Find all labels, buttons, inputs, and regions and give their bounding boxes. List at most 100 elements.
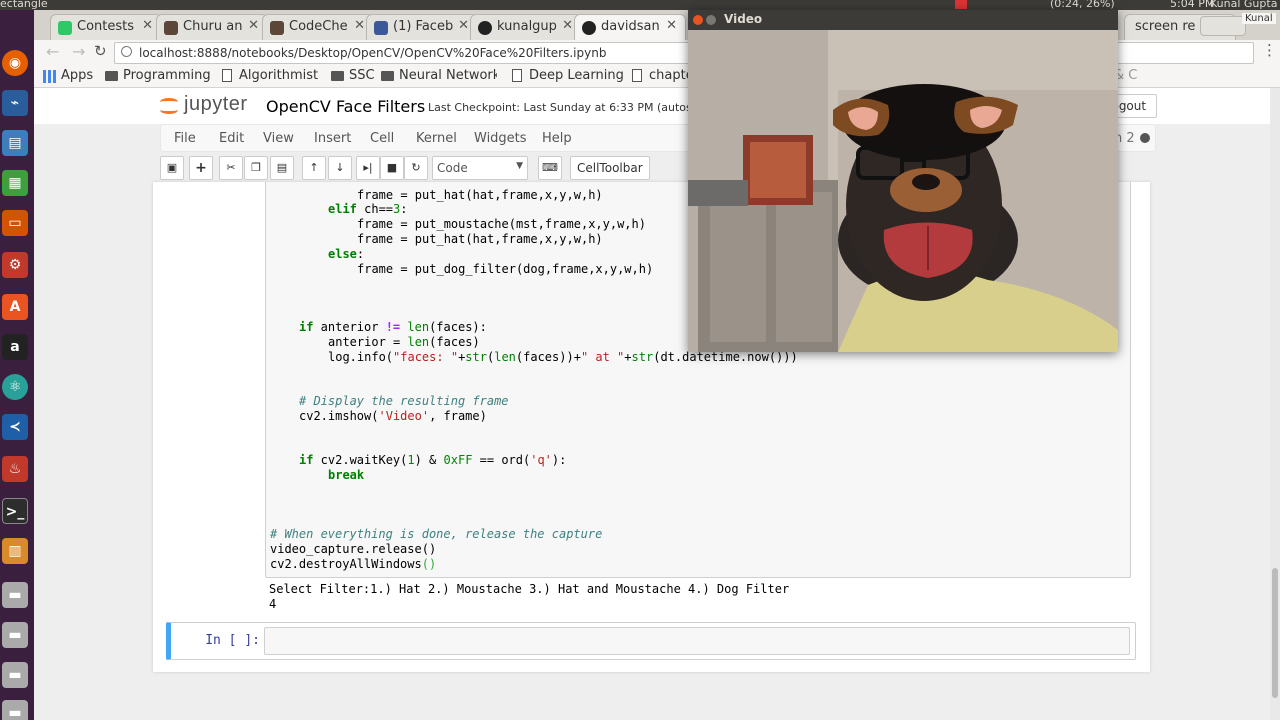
system-monitor-icon[interactable]: ⌁ bbox=[2, 90, 28, 116]
code-line: if cv2.waitKey(1) & 0xFF == ord('q'): bbox=[299, 453, 567, 467]
profile-badge[interactable]: Kunal bbox=[1242, 13, 1276, 24]
bookmark-apps[interactable]: Apps bbox=[43, 68, 93, 83]
bookmark-deep-learning[interactable]: Deep Learning bbox=[511, 68, 624, 83]
move-down-button[interactable]: ↓ bbox=[328, 156, 352, 180]
bookmark-programming[interactable]: Programming bbox=[105, 68, 211, 83]
bookmark-label: Algorithmist bbox=[239, 68, 319, 83]
code-line: cv2.destroyAllWindows() bbox=[270, 557, 437, 571]
stop-button[interactable]: ■ bbox=[380, 156, 404, 180]
folder-icon bbox=[381, 71, 394, 81]
reload-icon[interactable]: ↻ bbox=[94, 42, 107, 60]
tab-label: davidsan bbox=[601, 19, 660, 34]
github-icon bbox=[478, 21, 492, 35]
menu-widgets[interactable]: Widgets bbox=[474, 131, 527, 146]
menu-edit[interactable]: Edit bbox=[219, 131, 244, 146]
tab-label: (1) Faceb bbox=[393, 19, 454, 34]
folder-icon bbox=[105, 71, 118, 81]
bookmark-neural-network[interactable]: Neural Network bbox=[381, 68, 497, 83]
app-icon[interactable]: ♨ bbox=[2, 456, 28, 482]
keyboard-icon[interactable]: ⌨ bbox=[538, 156, 562, 180]
empty-code-input[interactable] bbox=[264, 627, 1130, 655]
close-icon[interactable]: ✕ bbox=[142, 18, 153, 33]
tab-label: kunalgup bbox=[497, 19, 557, 34]
folder-icon bbox=[331, 71, 344, 81]
software-center-icon[interactable]: A bbox=[2, 294, 28, 320]
code-line: video_capture.release() bbox=[270, 542, 437, 556]
atom-icon[interactable]: ⚛ bbox=[2, 374, 28, 400]
cell-type-select[interactable]: Code ▼ bbox=[432, 156, 528, 180]
close-icon[interactable]: ✕ bbox=[354, 18, 365, 33]
jupyter-wordmark[interactable]: jupyter bbox=[184, 93, 248, 116]
tab-churu[interactable]: Churu an ✕ bbox=[156, 14, 268, 40]
drive-icon[interactable]: ▬ bbox=[2, 582, 28, 608]
notebook-title[interactable]: OpenCV Face Filters bbox=[266, 97, 425, 116]
files-icon[interactable]: ▤ bbox=[2, 130, 28, 156]
insert-cell-button[interactable]: + bbox=[189, 156, 213, 180]
tab-facebook[interactable]: (1) Faceb ✕ bbox=[366, 14, 478, 40]
close-window-icon[interactable] bbox=[693, 15, 703, 25]
record-indicator-icon[interactable] bbox=[955, 0, 967, 9]
tab-label: Churu an bbox=[183, 19, 243, 34]
menu-insert[interactable]: Insert bbox=[314, 131, 351, 146]
video-window-title: Video bbox=[724, 12, 763, 26]
bookmark-chapter[interactable]: chapte bbox=[631, 68, 694, 83]
tab-contests[interactable]: Contests ✕ bbox=[50, 14, 162, 40]
user-menu[interactable]: Kunal Gupta bbox=[1210, 0, 1277, 10]
close-icon[interactable]: ✕ bbox=[458, 18, 469, 33]
menu-help[interactable]: Help bbox=[542, 131, 572, 146]
kernel-busy-icon bbox=[1140, 133, 1150, 143]
chrome-menu-icon[interactable]: ⋮ bbox=[1262, 41, 1277, 59]
page-scrollbar[interactable] bbox=[1270, 88, 1280, 720]
move-up-button[interactable]: ↑ bbox=[302, 156, 326, 180]
clock[interactable]: 5:04 PM bbox=[1170, 0, 1214, 10]
close-icon[interactable]: ✕ bbox=[562, 18, 573, 33]
cut-button[interactable]: ✂ bbox=[219, 156, 243, 180]
close-icon[interactable]: ✕ bbox=[248, 18, 259, 33]
github-icon bbox=[582, 21, 596, 35]
firefox-icon[interactable]: ◉ bbox=[2, 50, 28, 76]
app-name: ectangle bbox=[0, 0, 48, 10]
settings-icon[interactable]: ⚙ bbox=[2, 252, 28, 278]
menu-cell[interactable]: Cell bbox=[370, 131, 394, 146]
terminal-icon[interactable]: >_ bbox=[2, 498, 28, 524]
url-text: localhost:8888/notebooks/Desktop/OpenCV/… bbox=[139, 46, 607, 60]
tab-label: CodeChe bbox=[289, 19, 348, 34]
minimize-window-icon[interactable] bbox=[706, 15, 716, 25]
scrollbar-thumb[interactable] bbox=[1272, 568, 1278, 698]
os-top-panel: ectangle (0:24, 26%) 5:04 PM Kunal Gupta bbox=[0, 0, 1280, 10]
tab-codechef[interactable]: CodeChe ✕ bbox=[262, 14, 374, 40]
forward-icon[interactable]: → bbox=[72, 42, 85, 61]
tab-github-davidsan[interactable]: davidsan ✕ bbox=[574, 14, 686, 40]
restart-button[interactable]: ↻ bbox=[404, 156, 428, 180]
drive-icon-2[interactable]: ▬ bbox=[2, 622, 28, 648]
run-button[interactable]: ▸| bbox=[356, 156, 380, 180]
drive-icon-3[interactable]: ▬ bbox=[2, 662, 28, 688]
cell-type-value: Code bbox=[437, 161, 468, 175]
bookmark-label: Neural Network bbox=[399, 68, 497, 83]
bookmark-ssc[interactable]: SSC bbox=[331, 68, 375, 83]
jupyter-logo-icon[interactable] bbox=[160, 94, 178, 116]
new-tab-button[interactable] bbox=[1200, 16, 1246, 36]
menu-file[interactable]: File bbox=[174, 131, 196, 146]
amazon-icon[interactable]: a bbox=[2, 334, 28, 360]
tab-github-kunal[interactable]: kunalgup ✕ bbox=[470, 14, 582, 40]
bookmark-label: Programming bbox=[123, 68, 211, 83]
close-icon[interactable]: ✕ bbox=[666, 18, 677, 33]
vscode-icon[interactable]: ≺ bbox=[2, 414, 28, 440]
menu-view[interactable]: View bbox=[263, 131, 294, 146]
presentation-icon[interactable]: ▭ bbox=[2, 210, 28, 236]
bookmark-algorithmist[interactable]: Algorithmist bbox=[221, 68, 318, 83]
back-icon[interactable]: ← bbox=[46, 42, 59, 61]
spreadsheet-icon[interactable]: ▦ bbox=[2, 170, 28, 196]
drive-icon-4[interactable]: ▬ bbox=[2, 700, 28, 720]
celltoolbar-button[interactable]: CellToolbar bbox=[570, 156, 650, 180]
menu-kernel[interactable]: Kernel bbox=[416, 131, 457, 146]
save-button[interactable]: ▣ bbox=[160, 156, 184, 180]
battery-status[interactable]: (0:24, 26%) bbox=[1050, 0, 1115, 10]
paste-button[interactable]: ▤ bbox=[270, 156, 294, 180]
copy-button[interactable]: ❐ bbox=[244, 156, 268, 180]
bookmark-label: Deep Learning bbox=[529, 68, 624, 83]
archive-icon[interactable]: ▥ bbox=[2, 538, 28, 564]
info-icon[interactable] bbox=[121, 46, 132, 57]
hackerrank-icon bbox=[58, 21, 72, 35]
